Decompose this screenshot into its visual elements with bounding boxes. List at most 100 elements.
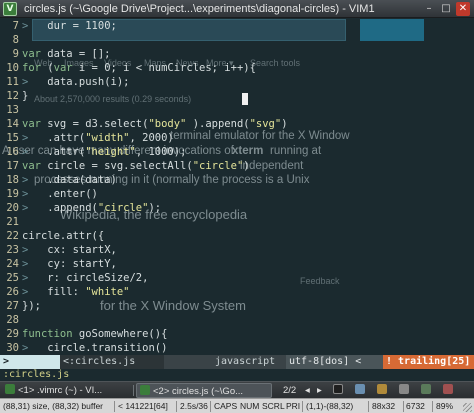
pager-prev-button[interactable]: ◂ <box>302 383 313 398</box>
code-token: data.push(i); <box>34 76 130 88</box>
code-line[interactable]: 24 > cy: startY, <box>0 257 474 271</box>
code-token: function <box>22 328 73 340</box>
new-tab-icon[interactable] <box>352 383 376 398</box>
print-indicator: PRI <box>286 401 301 411</box>
code-token: , 2000) <box>129 132 174 144</box>
maximize-button[interactable]: □ <box>439 2 453 16</box>
line-number: 17 <box>6 160 19 172</box>
code-token: var <box>22 48 41 60</box>
scroll-lock-indicator: SCRL <box>262 401 285 411</box>
code-line[interactable]: 30 > circle.transition() <box>0 341 474 355</box>
split-icon[interactable] <box>418 383 442 398</box>
lines-info: 2.5s/36 <box>180 401 208 411</box>
code-token: var <box>53 62 73 74</box>
code-token: .enter() <box>34 188 98 200</box>
tab-marker: > <box>22 258 35 270</box>
buffer-count: 6732 <box>406 401 425 411</box>
code-token: } <box>22 90 29 102</box>
line-number: 29 <box>6 328 19 340</box>
line-number: 9 <box>12 48 19 60</box>
menu-icon[interactable] <box>440 383 464 398</box>
code-line[interactable]: 22 circle.attr({ <box>0 229 474 243</box>
code-text: function goSomewhere(){ <box>22 328 167 340</box>
code-line[interactable]: 9 var data = []; <box>0 47 474 61</box>
code-line[interactable]: 26 > fill: "white" <box>0 285 474 299</box>
vim-command-line[interactable]: :circles.js <box>0 369 474 381</box>
code-token: "circle" <box>97 202 149 214</box>
code-line[interactable]: 12} <box>0 89 474 103</box>
code-line[interactable]: 29 function goSomewhere(){ <box>0 327 474 341</box>
code-token: dur = 1100; <box>34 20 117 32</box>
code-line[interactable]: 20 > .append("circle"); <box>0 201 474 215</box>
tab-marker: > <box>22 188 35 200</box>
code-line[interactable]: 14 var svg = d3.select("body" ).append("s… <box>0 117 474 131</box>
code-token: "svg" <box>249 118 282 130</box>
code-line[interactable]: 13 <box>0 103 474 117</box>
line-number: 12 <box>6 90 19 102</box>
code-token: .attr( <box>34 132 86 144</box>
vim-editor[interactable]: 7 > dur = 1100; 8 9 var data = []; 10 for (var… <box>0 18 474 355</box>
code-token: "height" <box>85 146 136 158</box>
code-token: .attr( <box>34 146 86 158</box>
code-token: .append( <box>34 202 98 214</box>
line-number: 18 <box>6 174 19 186</box>
code-token: cx: startX, <box>34 244 117 256</box>
code-token: , 1000); <box>135 146 187 158</box>
code-line[interactable]: 21 <box>0 215 474 229</box>
pager-next-button[interactable]: ▸ <box>314 383 325 398</box>
line-number: 28 <box>6 314 19 326</box>
code-token: var <box>22 160 41 172</box>
settings-icon[interactable] <box>374 383 398 398</box>
close-button[interactable]: ✕ <box>456 2 470 16</box>
tab-marker: > <box>22 174 35 186</box>
line-number: 7 <box>12 20 19 32</box>
filetype: javascript <box>215 356 276 367</box>
code-line[interactable]: 27}); <box>0 299 474 313</box>
code-text: > .enter() <box>22 188 98 200</box>
tab-marker: > <box>22 342 35 354</box>
code-text: circle.attr({ <box>22 230 104 242</box>
code-token: "circle" <box>192 160 244 172</box>
vim-icon <box>5 384 15 394</box>
text-cursor <box>242 93 248 105</box>
code-token: "width" <box>85 132 130 144</box>
code-line[interactable]: 25 > r: circleSize/2, <box>0 271 474 285</box>
lock-icon[interactable] <box>396 383 420 398</box>
buffer-name: <:circles.js <box>60 355 164 369</box>
code-text: > cx: startX, <box>22 244 117 256</box>
code-text: > fill: "white" <box>22 286 130 298</box>
code-token: ).append( <box>186 118 250 130</box>
code-line[interactable]: 15 > .attr("width", 2000) <box>0 131 474 145</box>
code-token: for <box>22 62 41 74</box>
line-number: 11 <box>6 76 19 88</box>
tab-marker: > <box>22 286 35 298</box>
code-token: cy: startY, <box>34 258 117 270</box>
line-number: 22 <box>6 230 19 242</box>
vim-status-line: > <:circles.js javascript utf-8[dos] < !… <box>0 355 474 369</box>
caps-lock-indicator: CAPS <box>214 401 238 411</box>
code-line[interactable]: 28 <box>0 313 474 327</box>
terminal-status-bar: (88,31) size, (88,32) buffer < 141221[64… <box>0 398 474 413</box>
code-text: > .attr("height", 1000); <box>22 146 186 158</box>
code-line[interactable]: 8 <box>0 33 474 47</box>
code-line[interactable]: 23 > cx: startX, <box>0 243 474 257</box>
taskbar-item-label: <2> circles.js (~\Go... <box>153 386 244 397</box>
code-line[interactable]: 7 > dur = 1100; <box>0 19 474 33</box>
line-number: 24 <box>6 258 19 270</box>
taskbar-pager: 2/2 <box>283 385 297 396</box>
line-number: 8 <box>12 34 19 46</box>
resize-grip-icon[interactable] <box>463 403 472 412</box>
code-line[interactable]: 11 > data.push(i); <box>0 75 474 89</box>
code-line[interactable]: 18 > .data(data) <box>0 173 474 187</box>
code-line[interactable]: 10 for (var i = 0; i < numCircles; i++){ <box>0 61 474 75</box>
code-line[interactable]: 17 var circle = svg.selectAll("circle") <box>0 159 474 173</box>
code-line[interactable]: 16 > .attr("height", 1000); <box>0 145 474 159</box>
minimize-button[interactable]: – <box>422 2 436 16</box>
taskbar-item-circles[interactable]: <2> circles.js (~\Go... <box>136 383 272 398</box>
terminal-icon[interactable] <box>330 383 354 398</box>
code-text: } <box>22 90 28 102</box>
code-line[interactable]: 19 > .enter() <box>0 187 474 201</box>
code-token: ) <box>281 118 288 130</box>
taskbar-item-vimrc[interactable]: <1> .vimrc (~) - VI... <box>2 383 130 398</box>
trailing-whitespace-warning: ! trailing[25] <box>383 355 474 369</box>
